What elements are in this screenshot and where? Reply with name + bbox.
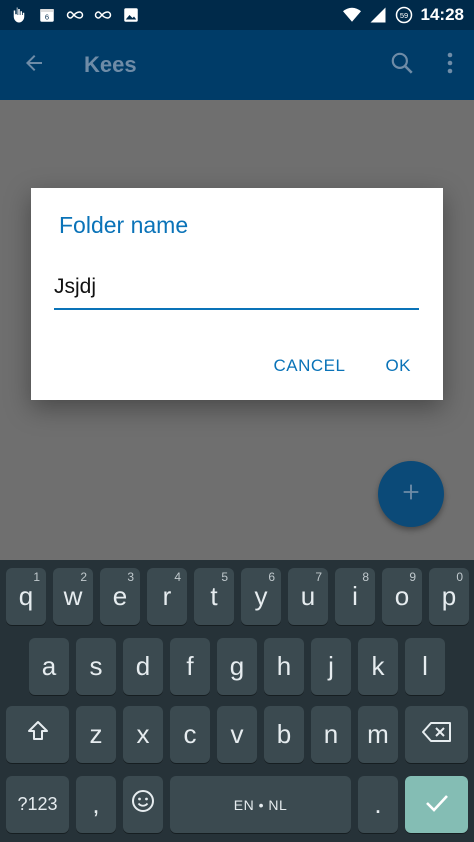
shift-icon xyxy=(25,719,51,750)
emoji-icon xyxy=(131,789,155,820)
signal-icon xyxy=(369,6,387,24)
key-j[interactable]: j xyxy=(311,638,351,695)
key-x[interactable]: x xyxy=(123,706,163,763)
key-i[interactable]: i8 xyxy=(335,568,375,625)
battery-saver-icon: 59 xyxy=(395,6,413,24)
status-bar: 6 59 14:28 xyxy=(0,0,474,30)
back-arrow-icon xyxy=(22,51,46,80)
svg-text:6: 6 xyxy=(45,13,49,22)
ok-button[interactable]: OK xyxy=(385,356,411,376)
wifi-icon xyxy=(342,6,361,24)
cancel-button[interactable]: CANCEL xyxy=(273,356,345,376)
key-u[interactable]: u7 xyxy=(288,568,328,625)
key-d[interactable]: d xyxy=(123,638,163,695)
space-key[interactable]: EN • NL xyxy=(170,776,351,833)
enter-key[interactable] xyxy=(405,776,468,833)
soft-keyboard: q1 w2 e3 r4 t5 y6 u7 i8 o9 p0 a s d f g … xyxy=(0,560,474,842)
key-v[interactable]: v xyxy=(217,706,257,763)
infinity-icon xyxy=(66,6,84,24)
dialog-title: Folder name xyxy=(59,212,189,238)
key-a[interactable]: a xyxy=(29,638,69,695)
svg-text:59: 59 xyxy=(399,11,407,20)
key-s[interactable]: s xyxy=(76,638,116,695)
app-title: Kees xyxy=(84,52,137,77)
key-k[interactable]: k xyxy=(358,638,398,695)
calendar-icon: 6 xyxy=(38,6,56,24)
back-button[interactable] xyxy=(6,37,62,93)
key-f[interactable]: f xyxy=(170,638,210,695)
comma-key[interactable]: , xyxy=(76,776,116,833)
key-t[interactable]: t5 xyxy=(194,568,234,625)
period-key[interactable]: . xyxy=(358,776,398,833)
infinity-icon xyxy=(94,6,112,24)
key-w[interactable]: w2 xyxy=(53,568,93,625)
more-options-button[interactable] xyxy=(426,37,474,93)
key-p[interactable]: p0 xyxy=(429,568,469,625)
search-icon xyxy=(389,50,415,81)
touch-hand-icon xyxy=(10,6,28,24)
more-vert-icon xyxy=(446,51,454,80)
status-time: 14:28 xyxy=(420,5,464,24)
key-q[interactable]: q1 xyxy=(6,568,46,625)
key-n[interactable]: n xyxy=(311,706,351,763)
emoji-key[interactable] xyxy=(123,776,163,833)
key-h[interactable]: h xyxy=(264,638,304,695)
plus-icon xyxy=(400,481,422,508)
check-icon xyxy=(425,789,449,820)
key-o[interactable]: o9 xyxy=(382,568,422,625)
app-bar: Kees xyxy=(0,30,474,100)
symbols-key[interactable]: ?123 xyxy=(6,776,69,833)
backspace-key[interactable] xyxy=(405,706,468,763)
search-button[interactable] xyxy=(378,37,426,93)
key-e[interactable]: e3 xyxy=(100,568,140,625)
key-y[interactable]: y6 xyxy=(241,568,281,625)
add-folder-fab[interactable] xyxy=(378,461,444,527)
folder-name-dialog: Folder name CANCEL OK xyxy=(31,188,443,400)
image-icon xyxy=(122,6,140,24)
key-z[interactable]: z xyxy=(76,706,116,763)
folder-name-input[interactable] xyxy=(54,270,419,310)
key-c[interactable]: c xyxy=(170,706,210,763)
key-r[interactable]: r4 xyxy=(147,568,187,625)
key-m[interactable]: m xyxy=(358,706,398,763)
key-b[interactable]: b xyxy=(264,706,304,763)
key-l[interactable]: l xyxy=(405,638,445,695)
backspace-icon xyxy=(421,719,452,750)
key-g[interactable]: g xyxy=(217,638,257,695)
shift-key[interactable] xyxy=(6,706,69,763)
